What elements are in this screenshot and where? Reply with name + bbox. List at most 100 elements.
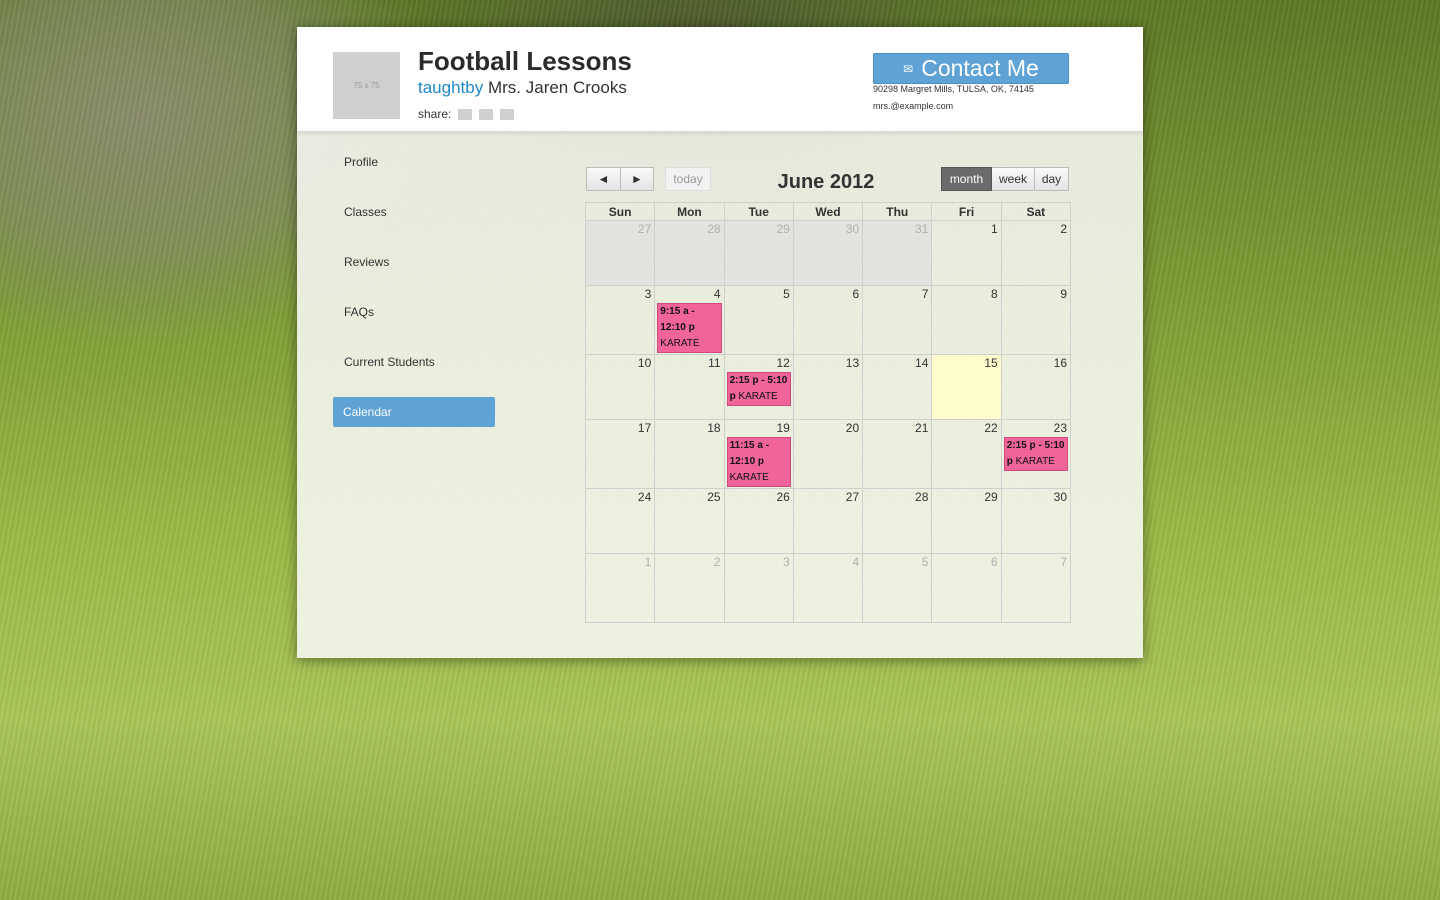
calendar-event[interactable]: 11:15 a - 12:10 p KARATE bbox=[726, 437, 791, 487]
sidebar-item-current-students[interactable]: Current Students bbox=[333, 347, 495, 377]
prev-month-button[interactable]: ◄ bbox=[586, 167, 621, 191]
calendar-week-row: 24 25 26 27 28 29 30 bbox=[584, 488, 1072, 554]
calendar-day-cell[interactable]: 6 bbox=[792, 285, 864, 355]
today-button[interactable]: today bbox=[665, 167, 711, 191]
calendar-day-cell[interactable]: 21 bbox=[862, 419, 933, 489]
calendar-day-cell[interactable]: 17 bbox=[584, 419, 656, 489]
calendar-day-cell[interactable]: 29 bbox=[931, 488, 1002, 554]
day-number: 29 bbox=[984, 490, 998, 504]
calendar-day-cell[interactable]: 4 9:15 a - 12:10 p KARATE bbox=[654, 285, 725, 355]
calendar-day-cell[interactable]: 23 2:15 p - 5:10 p KARATE bbox=[1000, 419, 1072, 489]
day-number: 11 bbox=[708, 356, 721, 370]
calendar-day-cell[interactable]: 24 bbox=[584, 488, 656, 554]
sidebar-item-classes[interactable]: Classes bbox=[333, 197, 495, 227]
avatar: 75 x 75 bbox=[333, 52, 400, 119]
day-number: 28 bbox=[707, 222, 721, 236]
calendar-week-row: 17 18 19 11:15 a - 12:10 p KARATE 20 21 22 23 2:… bbox=[584, 419, 1072, 489]
calendar-day-cell[interactable]: 19 11:15 a - 12:10 p KARATE bbox=[723, 419, 794, 489]
calendar-day-cell[interactable]: 7 bbox=[862, 285, 933, 355]
calendar-day-cell[interactable]: 18 bbox=[654, 419, 725, 489]
contact-me-button[interactable]: ✉ Contact Me bbox=[873, 53, 1069, 84]
calendar-day-cell[interactable]: 26 bbox=[723, 488, 794, 554]
weekday-header: Wed bbox=[792, 202, 864, 221]
email-link[interactable]: mrs.@example.com bbox=[873, 101, 953, 111]
share-facebook-icon[interactable] bbox=[458, 108, 473, 120]
share-email-icon[interactable] bbox=[500, 108, 515, 120]
event-title: KARATE bbox=[1015, 456, 1055, 467]
day-number: 23 bbox=[1053, 421, 1067, 435]
calendar-day-cell[interactable]: 3 bbox=[584, 285, 656, 355]
calendar-day-cell[interactable]: 20 bbox=[792, 419, 864, 489]
calendar-day-cell[interactable]: 2 bbox=[1000, 220, 1072, 286]
day-number: 30 bbox=[1053, 490, 1067, 504]
view-week-button[interactable]: week bbox=[992, 167, 1035, 191]
calendar-day-cell[interactable]: 30 bbox=[792, 220, 864, 286]
calendar-week-row: 10 11 12 2:15 p - 5:10 p KARATE 13 14 15 16 bbox=[584, 354, 1072, 420]
calendar-day-cell[interactable]: 7 bbox=[1000, 553, 1072, 623]
day-number: 24 bbox=[637, 490, 652, 504]
view-day-button[interactable]: day bbox=[1035, 167, 1069, 191]
calendar-day-cell[interactable]: 6 bbox=[931, 553, 1002, 623]
calendar-day-cell[interactable]: 22 bbox=[931, 419, 1002, 489]
calendar-day-cell[interactable]: 5 bbox=[723, 285, 794, 355]
calendar-day-cell[interactable]: 14 bbox=[862, 354, 933, 420]
calendar-day-cell[interactable]: 2 bbox=[654, 553, 725, 623]
share-twitter-icon[interactable] bbox=[479, 108, 494, 120]
calendar-day-cell[interactable]: 11 bbox=[654, 354, 725, 420]
calendar-day-cell[interactable]: 16 bbox=[1000, 354, 1072, 420]
day-number: 14 bbox=[915, 356, 929, 370]
view-month-button[interactable]: month bbox=[941, 167, 992, 191]
sidebar-item-reviews[interactable]: Reviews bbox=[333, 247, 495, 277]
day-number: 12 bbox=[776, 356, 790, 370]
main-panel: 75 x 75 Football Lessons taughtby Mrs. J… bbox=[297, 27, 1143, 658]
sidebar-item-calendar[interactable]: Calendar bbox=[333, 397, 495, 427]
day-number: 16 bbox=[1053, 356, 1067, 370]
day-number: 6 bbox=[852, 287, 860, 301]
calendar-day-cell[interactable]: 3 bbox=[723, 553, 794, 623]
day-number: 19 bbox=[776, 421, 790, 435]
calendar-day-cell[interactable]: 15 bbox=[931, 354, 1002, 420]
share-row: share: bbox=[418, 107, 515, 121]
calendar-day-cell[interactable]: 10 bbox=[584, 354, 656, 420]
calendar-toolbar: ◄ ► today June 2012 month week day bbox=[586, 167, 1072, 193]
day-number: 28 bbox=[915, 490, 929, 504]
next-month-button[interactable]: ► bbox=[621, 167, 654, 191]
day-number: 3 bbox=[644, 287, 652, 301]
profile-header: 75 x 75 Football Lessons taughtby Mrs. J… bbox=[297, 27, 1143, 132]
calendar-day-cell[interactable]: 28 bbox=[862, 488, 933, 554]
calendar-event[interactable]: 9:15 a - 12:10 p KARATE bbox=[657, 303, 722, 353]
calendar-week-row: 27 28 29 30 31 1 2 bbox=[584, 220, 1072, 286]
calendar-day-cell[interactable]: 1 bbox=[584, 553, 656, 623]
calendar-week-row: 1 2 3 4 5 6 7 bbox=[584, 553, 1072, 623]
day-number: 25 bbox=[707, 490, 721, 504]
teacher-name: Mrs. Jaren Crooks bbox=[487, 78, 627, 97]
calendar-day-cell[interactable]: 30 bbox=[1000, 488, 1072, 554]
calendar-day-cell[interactable]: 12 2:15 p - 5:10 p KARATE bbox=[723, 354, 794, 420]
calendar-day-cell[interactable]: 31 bbox=[862, 220, 933, 286]
calendar-day-cell[interactable]: 28 bbox=[654, 220, 725, 286]
day-number: 21 bbox=[915, 421, 929, 435]
day-number: 20 bbox=[845, 421, 860, 435]
calendar-event[interactable]: 2:15 p - 5:10 p KARATE bbox=[726, 372, 791, 406]
calendar-day-cell[interactable]: 4 bbox=[792, 553, 864, 623]
calendar-day-cell[interactable]: 9 bbox=[1000, 285, 1072, 355]
day-number: 7 bbox=[1060, 555, 1067, 569]
calendar-day-cell[interactable]: 27 bbox=[792, 488, 864, 554]
sidebar-item-profile[interactable]: Profile bbox=[333, 147, 495, 177]
calendar-event[interactable]: 2:15 p - 5:10 p KARATE bbox=[1003, 437, 1068, 471]
sidebar-item-faqs[interactable]: FAQs bbox=[333, 297, 495, 327]
calendar-day-cell[interactable]: 27 bbox=[584, 220, 656, 286]
event-title: KARATE bbox=[738, 391, 778, 402]
calendar-day-cell[interactable]: 5 bbox=[862, 553, 933, 623]
day-number: 29 bbox=[776, 222, 790, 236]
calendar-day-cell[interactable]: 13 bbox=[792, 354, 864, 420]
day-number: 2 bbox=[1060, 222, 1067, 236]
calendar-day-cell[interactable]: 25 bbox=[654, 488, 725, 554]
weekday-header: Fri bbox=[931, 202, 1002, 221]
calendar-day-cell[interactable]: 1 bbox=[931, 220, 1002, 286]
contact-me-label: Contact Me bbox=[921, 55, 1039, 81]
calendar-day-cell[interactable]: 8 bbox=[931, 285, 1002, 355]
calendar-day-cell[interactable]: 29 bbox=[723, 220, 794, 286]
taughtby-label: taughtby bbox=[418, 78, 484, 97]
weekday-header: Tue bbox=[723, 202, 794, 221]
